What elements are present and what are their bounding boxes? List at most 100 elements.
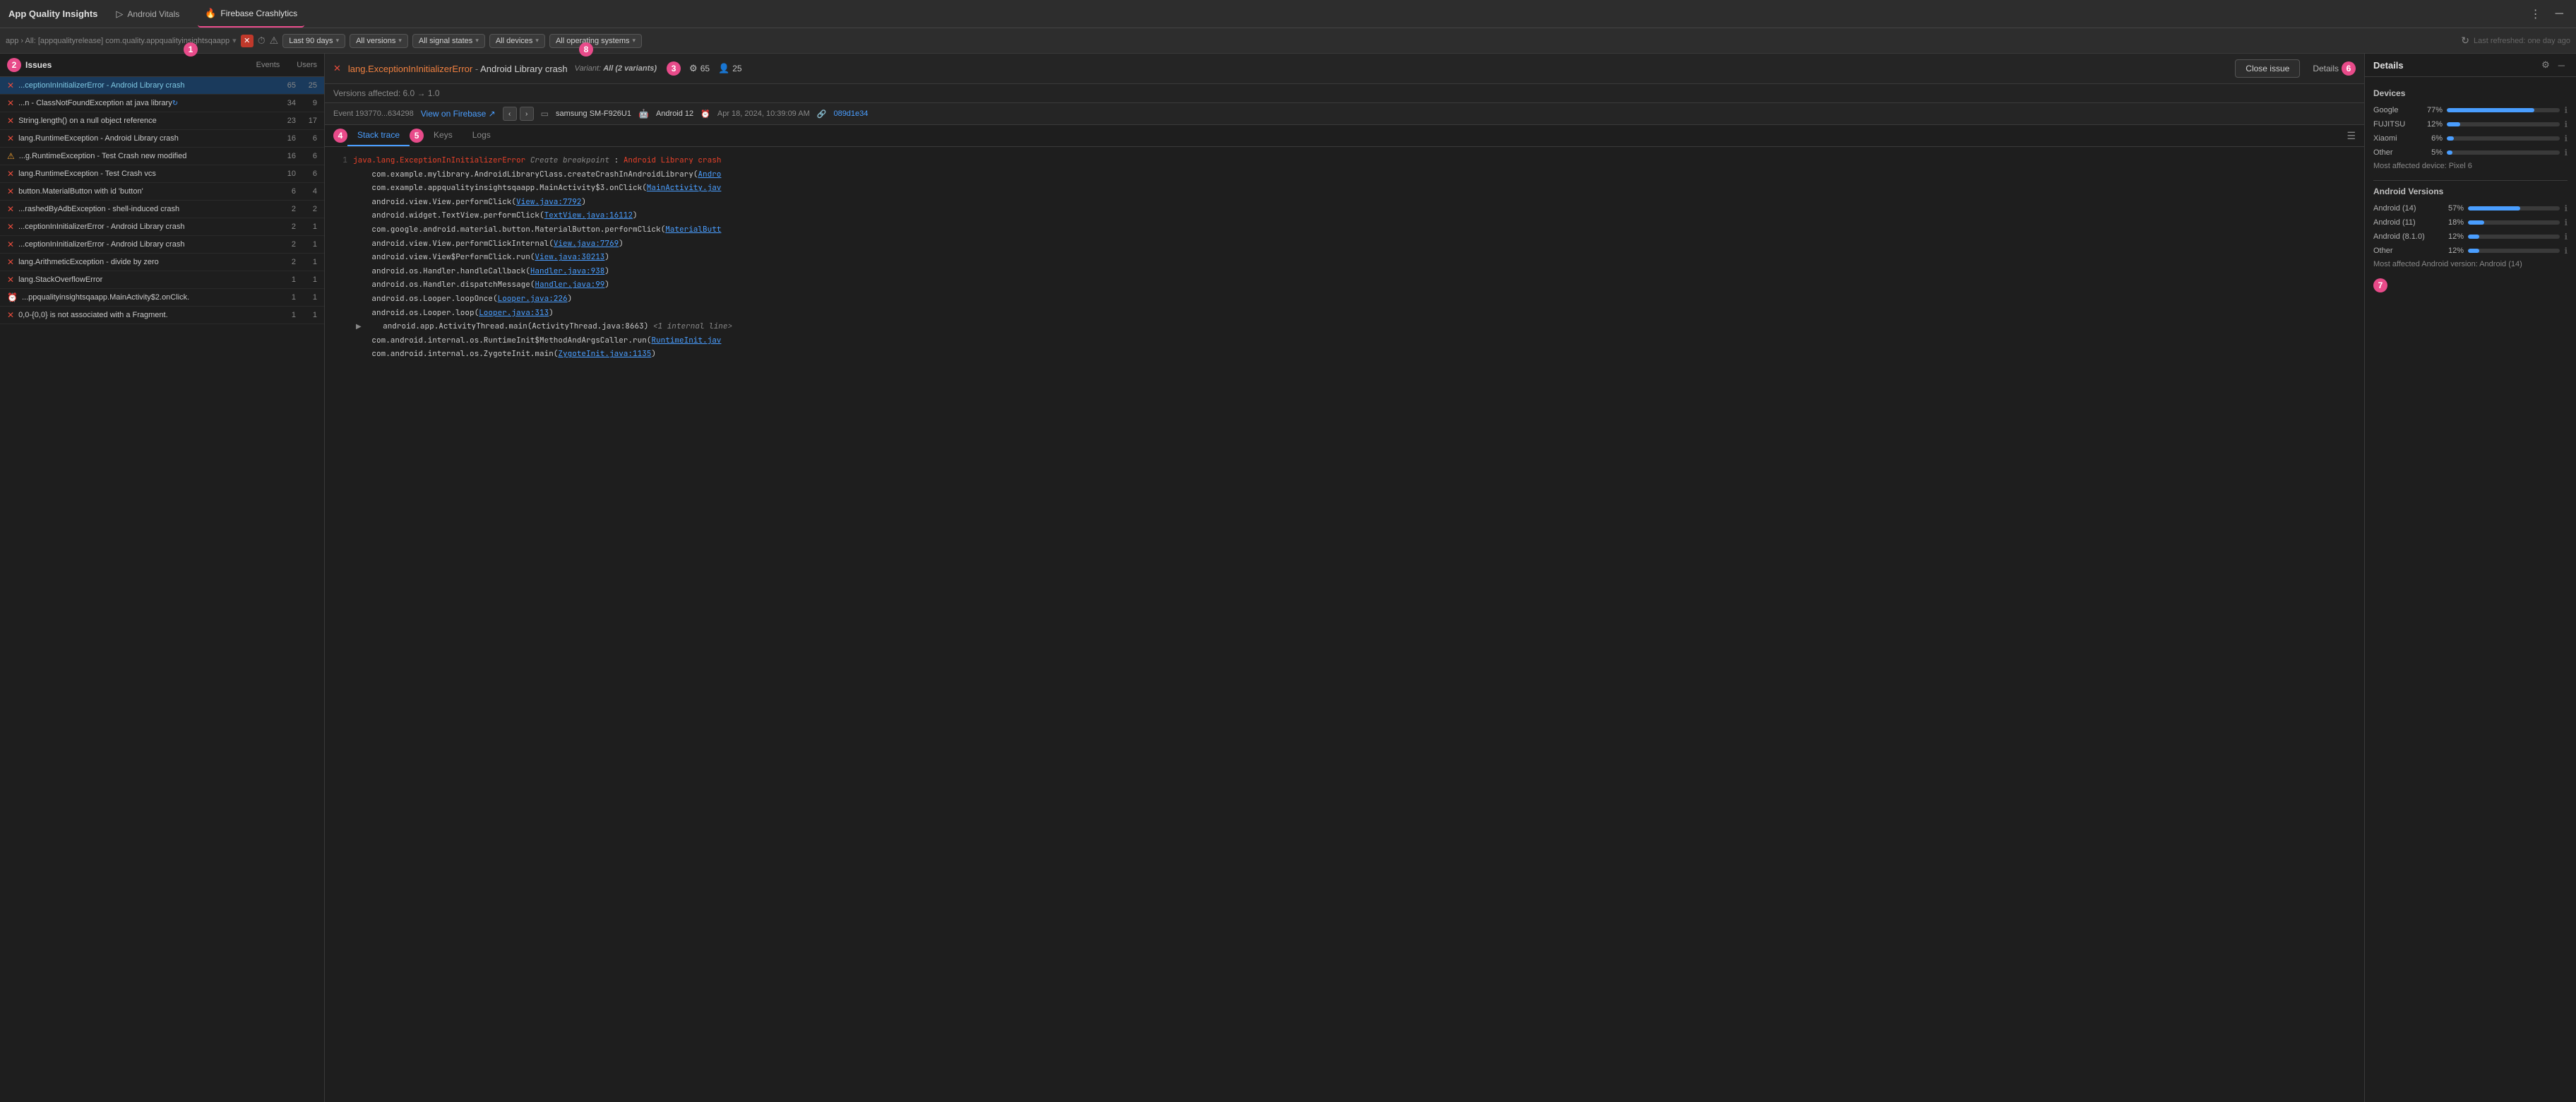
expand-internal-button[interactable]: ▶ — [353, 323, 364, 331]
nav-arrows: ‹ › — [503, 107, 534, 121]
most-affected-device: Most affected device: Pixel 6 — [2373, 162, 2568, 170]
link-mainactivity[interactable]: MainActivity.jav — [647, 183, 722, 193]
device-info-button[interactable]: ℹ — [2564, 134, 2568, 143]
issue-row[interactable]: ✕lang.RuntimeException - Test Crash vcs1… — [0, 165, 324, 183]
issue-icon: ✕ — [7, 98, 14, 108]
device-info-button[interactable]: ℹ — [2564, 119, 2568, 129]
link-view7792[interactable]: View.java:7792 — [516, 197, 581, 207]
issues-list: ✕ ...ceptionInInitializerError - Android … — [0, 77, 324, 324]
issue-row[interactable]: ✕...ceptionInInitializerError - Android … — [0, 236, 324, 254]
bar-track — [2468, 220, 2560, 225]
col-users-header: Users — [297, 61, 317, 69]
android-icon: 🤖 — [638, 109, 649, 119]
minimize-button[interactable]: ─ — [2551, 6, 2568, 23]
issue-row[interactable]: ✕button.MaterialButton with id 'button'6… — [0, 183, 324, 201]
next-event-button[interactable]: › — [520, 107, 534, 121]
view-firebase-button[interactable]: View on Firebase ↗ — [421, 109, 496, 119]
stack-line-14: com.android.internal.os.RuntimeInit$Meth… — [325, 334, 2364, 348]
issue-icon: ✕ — [7, 257, 14, 267]
issue-row[interactable]: ✕...n - ClassNotFoundException at java l… — [0, 95, 324, 112]
link-andro[interactable]: Andro — [698, 170, 721, 179]
issue-row[interactable]: ✕lang.RuntimeException - Android Library… — [0, 130, 324, 148]
most-affected-android: Most affected Android version: Android (… — [2373, 260, 2568, 268]
filter-lines-button[interactable]: ☰ — [2347, 130, 2356, 142]
devices-filter-dropdown[interactable]: All devices ▾ — [489, 34, 545, 48]
versions-filter-label: All versions — [356, 37, 395, 45]
link-looper226[interactable]: Looper.java:226 — [498, 294, 568, 304]
breadcrumb-text: app › All: [appqualityrelease] com.quali… — [6, 37, 229, 45]
issue-text: String.length() on a null object referen… — [18, 117, 272, 125]
link-looper313[interactable]: Looper.java:313 — [479, 308, 549, 318]
link-textview[interactable]: TextView.java:16112 — [544, 211, 633, 220]
os-filter-dropdown[interactable]: All operating systems ▾ — [549, 34, 642, 48]
close-issue-button[interactable]: Close issue — [2235, 59, 2300, 78]
os-filter-label: All operating systems — [556, 37, 630, 45]
issue-icon: ✕ — [7, 81, 14, 90]
versions-filter-dropdown[interactable]: All versions ▾ — [350, 34, 408, 48]
android-versions-section-title: Android Versions — [2373, 186, 2568, 196]
android-version-info-button[interactable]: ℹ — [2564, 232, 2568, 242]
issue-count: 34 — [276, 99, 296, 107]
right-panel-title: Details — [2373, 60, 2404, 71]
link-view30213[interactable]: View.java:30213 — [535, 252, 604, 262]
clock-filter-icon[interactable]: ⏱ — [258, 35, 266, 47]
main-layout: 2 Issues Events Users ✕...ceptionInIniti… — [0, 54, 2576, 1102]
device-icon: ▭ — [541, 109, 549, 119]
issue-row[interactable]: ✕lang.StackOverflowError11 — [0, 271, 324, 289]
tab-keys[interactable]: Keys — [424, 125, 463, 146]
prev-event-button[interactable]: ‹ — [503, 107, 517, 121]
tab-logs[interactable]: Logs — [463, 125, 501, 146]
android-versions-list: Android (14) 57% ℹ Android (11) 18% ℹ An… — [2373, 203, 2568, 256]
android-version-info-button[interactable]: ℹ — [2564, 218, 2568, 227]
signal-filter-dropdown[interactable]: All signal states ▾ — [412, 34, 485, 48]
issue-row[interactable]: ✕ lang.ArithmeticException - divide by ze… — [0, 254, 324, 271]
sync-icon: ↻ — [172, 100, 178, 107]
issue-row[interactable]: ✕...ceptionInInitializerError - Android … — [0, 218, 324, 236]
bar-fill — [2468, 206, 2520, 211]
time-filter-arrow: ▾ — [336, 37, 340, 45]
link-runtimeinit[interactable]: RuntimeInit.jav — [651, 336, 721, 345]
android-version-row: Android (14) 57% ℹ — [2373, 203, 2568, 213]
warning-filter-icon[interactable]: ⚠ — [270, 35, 279, 47]
android-version-pct: 18% — [2441, 218, 2464, 227]
issue-icon: ✕ — [7, 186, 14, 196]
signal-filter-label: All signal states — [419, 37, 472, 45]
issue-row[interactable]: ⏰...ppqualityinsightsqaapp.MainActivity$… — [0, 289, 324, 307]
tab-stack-trace[interactable]: Stack trace — [347, 125, 410, 146]
time-filter-dropdown[interactable]: Last 90 days ▾ — [282, 34, 345, 48]
issue-row[interactable]: ✕0,0-{0,0} is not associated with a Frag… — [0, 307, 324, 324]
issue-text: ...ceptionInInitializerError - Android L… — [18, 240, 272, 249]
link-handler938[interactable]: Handler.java:938 — [530, 266, 605, 276]
link-zygotemain[interactable]: ZygoteInit.java:1135 — [558, 349, 651, 359]
issues-panel: 2 Issues Events Users ✕...ceptionInIniti… — [0, 54, 325, 1102]
settings-icon-button[interactable]: ⚙ — [2539, 58, 2553, 72]
tab-firebase-crashlytics[interactable]: 🔥 Firebase Crashlytics — [198, 0, 304, 28]
link-handler99[interactable]: Handler.java:99 — [535, 280, 604, 290]
device-info-button[interactable]: ℹ — [2564, 148, 2568, 158]
close-right-panel-button[interactable]: ─ — [2556, 58, 2568, 72]
link-view7769[interactable]: View.java:7769 — [554, 239, 619, 249]
link-materialbutt[interactable]: MaterialButt — [665, 225, 721, 235]
issue-row[interactable]: ⚠...g.RuntimeException - Test Crash new … — [0, 148, 324, 165]
issue-text: lang.ArithmeticException - divide by zer… — [18, 258, 272, 266]
stack-trace-area[interactable]: 1 java.lang.ExceptionInInitializerError … — [325, 147, 2364, 1102]
android-version-info-button[interactable]: ℹ — [2564, 203, 2568, 213]
android-version-info-button[interactable]: ℹ — [2564, 246, 2568, 256]
clear-filter-button[interactable]: ✕ — [241, 35, 254, 47]
issue-row[interactable]: ✕...ceptionInInitializerError - Android … — [0, 77, 324, 95]
device-row: Google 77% ℹ — [2373, 105, 2568, 115]
issue-row[interactable]: ✕...rashedByAdbException - shell-induced… — [0, 201, 324, 218]
android-version-row: Android (11) 18% ℹ — [2373, 218, 2568, 227]
filter-bar: app › All: [appqualityrelease] com.quali… — [0, 28, 2576, 54]
issues-title: Issues — [25, 60, 52, 70]
issue-users: 9 — [300, 99, 317, 107]
bar-track — [2447, 108, 2560, 112]
issue-row[interactable]: ✕String.length() on a null object refere… — [0, 112, 324, 130]
col-headers: Events Users — [256, 61, 317, 69]
device-info-button[interactable]: ℹ — [2564, 105, 2568, 115]
tab-android-vitals[interactable]: ▷ Android Vitals — [109, 0, 186, 28]
menu-button[interactable]: ⋮ — [2526, 6, 2546, 23]
device-pct: 6% — [2420, 134, 2443, 143]
stack-line-5: android.widget.TextView.performClick(Tex… — [325, 209, 2364, 223]
refresh-button[interactable]: ↻ — [2461, 35, 2469, 47]
